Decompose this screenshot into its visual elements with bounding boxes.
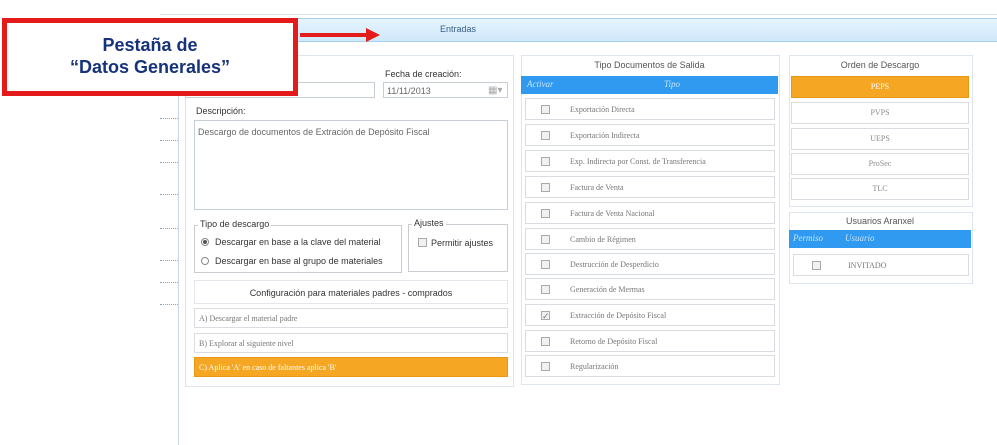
orden-option[interactable]: ProSec [791, 153, 969, 175]
col-activar: Activar [527, 79, 554, 89]
strip-tick [160, 228, 178, 229]
tipo-row[interactable]: Factura de Venta [525, 176, 775, 198]
tipo-row-checkbox[interactable] [541, 105, 550, 114]
tab-entradas[interactable]: Entradas [440, 24, 476, 34]
permitir-ajustes-checkbox[interactable] [418, 238, 427, 247]
permitir-ajustes-label: Permitir ajustes [431, 238, 494, 248]
col-usuario: Usuario [845, 233, 875, 243]
callout-line1: Pestaña de [102, 35, 198, 55]
tipo-row[interactable]: Exp. Indirecta por Const. de Transferenc… [525, 150, 775, 172]
tipo-row-label: Exportación Indirecta [570, 131, 640, 140]
strip-tick [160, 304, 178, 305]
tipo-row-checkbox[interactable] [541, 362, 550, 371]
strip-tick [160, 162, 178, 163]
descripcion-label: Descripción: [196, 106, 246, 116]
top-strip [160, 0, 997, 15]
fecha-label: Fecha de creación: [385, 69, 462, 79]
callout-arrow-line [300, 33, 368, 37]
tipo-row-checkbox[interactable] [541, 337, 550, 346]
calendar-icon[interactable]: ▦▾ [488, 85, 502, 96]
descripcion-textarea[interactable]: Descargo de documentos de Extración de D… [194, 120, 508, 210]
config-title: Configuración para materiales padres - c… [249, 288, 453, 298]
radio-clave-label: Descargar en base a la clave del materia… [215, 237, 381, 247]
tipo-row[interactable]: Exportación Indirecta [525, 124, 775, 146]
fecha-field[interactable]: 11/11/2013 ▦▾ [383, 82, 508, 98]
tipo-row-checkbox[interactable] [541, 209, 550, 218]
config-option-b-label: B) Explorar al siguiente nivel [199, 339, 294, 348]
tipo-row-label: Generación de Mermas [570, 285, 645, 294]
tipo-row-label: Extracción de Depósito Fiscal [570, 311, 667, 320]
tipo-row-label: Factura de Venta Nacional [570, 209, 655, 218]
tipo-row[interactable]: Cambio de Régimen [525, 228, 775, 250]
usuarios-grid-header: Permiso Usuario [789, 230, 971, 248]
orden-option[interactable]: TLC [791, 178, 969, 200]
config-option-a-label: A) Descargar el material padre [199, 314, 298, 323]
tipo-docs-grid-header: Activar Tipo [521, 76, 778, 94]
arrow-right-icon [366, 28, 380, 42]
strip-tick [160, 194, 178, 195]
tipo-row[interactable]: Exportación Directa [525, 98, 775, 120]
strip-tick [160, 282, 178, 283]
tipo-row-label: Exp. Indirecta por Const. de Transferenc… [570, 157, 706, 166]
tipo-row-label: Exportación Directa [570, 105, 635, 114]
tipo-row-label: Regularización [570, 362, 619, 371]
col-tipo: Tipo [664, 79, 681, 89]
strip-tick [160, 140, 178, 141]
config-option-c[interactable]: C) Aplica 'A' en caso de faltantes aplic… [194, 357, 508, 377]
radio-clave[interactable] [201, 238, 209, 246]
config-option-c-label: C) Aplica 'A' en caso de faltantes aplic… [199, 363, 337, 372]
tipo-row-checkbox[interactable] [541, 260, 550, 269]
tipo-row[interactable]: ✓ Extracción de Depósito Fiscal [525, 304, 775, 326]
tipo-row-checkbox[interactable] [541, 131, 550, 140]
tipo-row[interactable]: Regularización [525, 355, 775, 377]
tipo-row-label: Destrucción de Desperdicio [570, 260, 659, 269]
tipo-row-label: Cambio de Régimen [570, 235, 636, 244]
strip-tick [160, 260, 178, 261]
tipo-row-label: Factura de Venta [570, 183, 624, 192]
orden-option[interactable]: PVPS [791, 102, 969, 124]
ajustes-group [408, 224, 508, 272]
config-option-a[interactable]: A) Descargar el material padre [194, 308, 508, 328]
tipo-row-checkbox[interactable] [541, 157, 550, 166]
usuario-row-label: INVITADO [848, 261, 887, 270]
radio-grupo[interactable] [201, 257, 209, 265]
usuarios-title: Usuarios Aranxel [845, 216, 915, 226]
radio-grupo-label: Descargar en base al grupo de materiales [215, 256, 383, 266]
orden-title: Orden de Descargo [840, 60, 920, 70]
tipo-row[interactable]: Destrucción de Desperdicio [525, 253, 775, 275]
tipo-row-label: Retorno de Depósito Fiscal [570, 337, 658, 346]
callout-line2: “Datos Generales” [69, 57, 231, 77]
tipo-row[interactable]: Retorno de Depósito Fiscal [525, 330, 775, 352]
ajustes-label: Ajustes [412, 218, 446, 228]
check-mark-icon: ✓ [542, 311, 550, 321]
config-option-b[interactable]: B) Explorar al siguiente nivel [194, 333, 508, 353]
descripcion-value: Descargo de documentos de Extración de D… [198, 127, 430, 137]
tipo-descargo-label: Tipo de descargo [198, 219, 272, 229]
col-permiso: Permiso [793, 233, 823, 243]
left-side-strip [160, 40, 179, 445]
callout-text: Pestaña de “Datos Generales” [2, 34, 298, 78]
tipo-row-checkbox[interactable] [541, 183, 550, 192]
tipo-row[interactable]: Factura de Venta Nacional [525, 202, 775, 224]
orden-option[interactable]: UEPS [791, 128, 969, 150]
tipo-row-checkbox[interactable]: ✓ [541, 311, 550, 321]
fecha-value: 11/11/2013 [387, 86, 431, 96]
tipo-row-checkbox[interactable] [541, 285, 550, 294]
strip-tick [160, 118, 178, 119]
tipo-docs-title: Tipo Documentos de Salida [594, 60, 705, 70]
tipo-row[interactable]: Generación de Mermas [525, 278, 775, 300]
tipo-row-checkbox[interactable] [541, 235, 550, 244]
usuario-row[interactable]: INVITADO [793, 254, 969, 276]
orden-option[interactable]: PEPS [791, 76, 969, 98]
usuario-row-checkbox[interactable] [812, 261, 821, 270]
